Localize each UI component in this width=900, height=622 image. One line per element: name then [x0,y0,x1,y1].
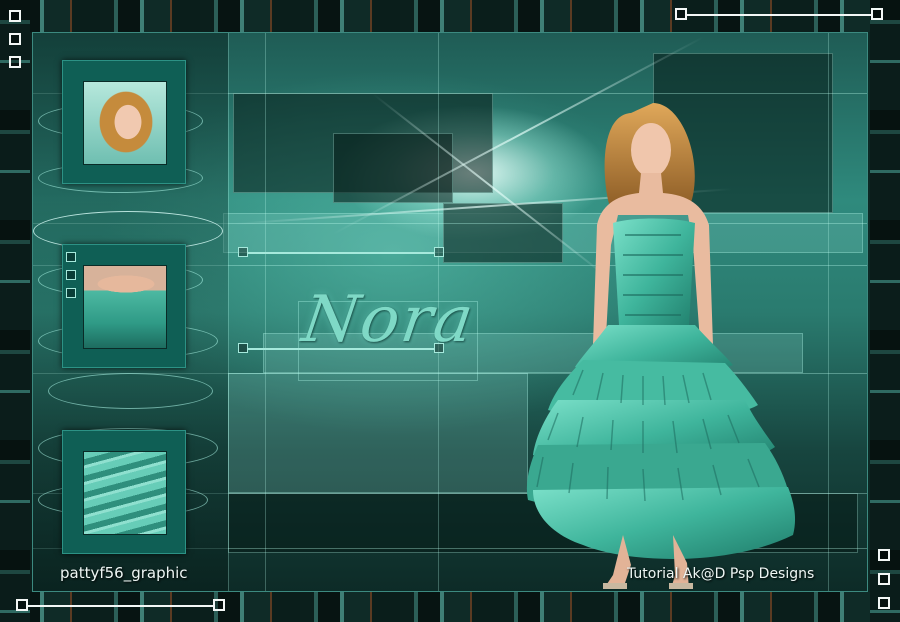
square-ornament [878,573,890,585]
square-ornament [434,247,444,257]
artwork-title: Nora [297,283,480,357]
square-ornament [434,343,444,353]
square-ornament [878,549,890,561]
thumbnail-face [83,81,167,165]
square-ornament [213,599,225,611]
square-ornament [9,10,21,22]
tutorial-credit: Tutorial Ak@D Psp Designs [627,566,815,582]
thumbnail-bust [83,265,167,349]
bar-ornament [687,14,871,16]
author-credit: pattyf56_graphic [60,564,188,582]
bar-ornament [248,252,434,254]
square-ornament [675,8,687,20]
light-pane [228,373,528,493]
square-ornament [9,56,21,68]
model-figure [526,103,796,589]
square-ornament [9,33,21,45]
ellipse-ornament [48,373,213,409]
right-frame-strip [870,0,900,622]
artwork-canvas: Nora pattyf56_graphic Tutorial Ak@D Psp … [0,0,900,622]
square-ornament [66,270,76,280]
left-frame-strip [0,0,30,622]
grid-line [828,33,829,591]
square-ornament [871,8,883,20]
bar-ornament [28,605,214,607]
square-ornament [66,288,76,298]
thumbnail-frame-face [62,60,186,184]
square-ornament [238,247,248,257]
grid-line [265,33,266,591]
square-ornament [238,343,248,353]
thumbnail-ruffles [83,451,167,535]
grid-line [228,33,229,591]
top-frame-strip [0,0,900,32]
bar-ornament [248,348,434,350]
thumbnail-frame-ruffles [62,430,186,554]
square-ornament [66,252,76,262]
square-ornament [16,599,28,611]
square-ornament [878,597,890,609]
bottom-frame-strip [0,592,900,622]
thumbnail-frame-bust [62,244,186,368]
